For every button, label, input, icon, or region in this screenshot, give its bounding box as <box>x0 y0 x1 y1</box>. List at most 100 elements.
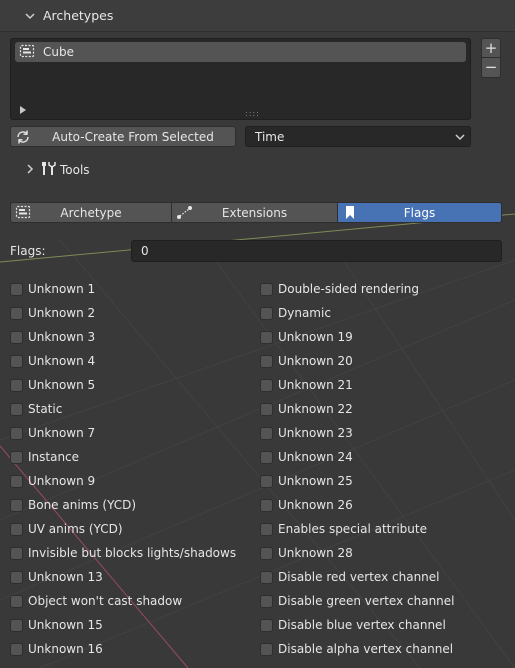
flag-checkbox-label: Static <box>28 402 63 416</box>
flag-checkbox[interactable] <box>260 618 273 632</box>
flag-checkbox[interactable] <box>260 330 273 344</box>
flag-checkbox-row[interactable]: Instance <box>10 449 79 465</box>
tools-icon <box>39 160 57 181</box>
flag-checkbox[interactable] <box>10 522 23 536</box>
flag-checkbox-row[interactable]: Unknown 20 <box>260 353 353 369</box>
bookmark-icon <box>342 204 358 223</box>
flag-checkbox[interactable] <box>260 642 273 656</box>
flag-checkbox[interactable] <box>10 426 23 440</box>
flag-checkbox-row[interactable]: Unknown 5 <box>10 377 95 393</box>
flag-checkbox-row[interactable]: Unknown 13 <box>10 569 103 585</box>
flag-checkbox[interactable] <box>260 546 273 560</box>
flag-checkbox-label: Unknown 26 <box>278 498 353 512</box>
flag-checkbox[interactable] <box>260 450 273 464</box>
flag-checkbox-row[interactable]: Unknown 26 <box>260 497 353 513</box>
archetypes-panel-header[interactable]: Archetypes <box>0 0 515 32</box>
flag-checkbox-row[interactable]: Unknown 22 <box>260 401 353 417</box>
add-archetype-button[interactable]: + <box>481 38 501 58</box>
archetype-list[interactable]: Cube :::: <box>10 38 471 120</box>
flag-checkbox-row[interactable]: Unknown 24 <box>260 449 353 465</box>
flag-checkbox-row[interactable]: Unknown 16 <box>10 641 103 657</box>
tab-label: Extensions <box>221 205 288 220</box>
flag-checkbox-row[interactable]: Static <box>10 401 62 417</box>
flag-checkbox[interactable] <box>10 330 23 344</box>
flag-checkbox[interactable] <box>260 402 273 416</box>
flag-checkbox-row[interactable]: Unknown 4 <box>10 353 95 369</box>
flag-checkbox[interactable] <box>260 426 273 440</box>
time-select-value: Time <box>255 129 285 144</box>
time-select[interactable]: Time <box>245 126 471 147</box>
flag-checkbox-row[interactable]: Unknown 28 <box>260 545 353 561</box>
flag-checkbox[interactable] <box>260 522 273 536</box>
flag-checkbox[interactable] <box>260 594 273 608</box>
flag-checkbox[interactable] <box>260 498 273 512</box>
flag-checkbox[interactable] <box>10 618 23 632</box>
flag-checkbox[interactable] <box>10 402 23 416</box>
flag-checkbox-row[interactable]: Bone anims (YCD) <box>10 497 136 513</box>
flag-checkbox-label: Unknown 3 <box>28 330 96 344</box>
flag-checkbox[interactable] <box>10 474 23 488</box>
flag-checkbox-label: Enables special attribute <box>278 522 427 536</box>
flag-checkbox-row[interactable]: Dynamic <box>260 305 331 321</box>
tab-extensions[interactable]: Extensions <box>172 202 338 223</box>
list-resize-grip[interactable]: :::: <box>245 109 260 118</box>
flag-checkbox-row[interactable]: Unknown 3 <box>10 329 95 345</box>
flag-checkbox-row[interactable]: Unknown 7 <box>10 425 95 441</box>
flag-checkbox-row[interactable]: Unknown 9 <box>10 473 95 489</box>
flag-checkbox-label: Instance <box>28 450 80 464</box>
archetype-icon <box>19 44 35 61</box>
list-item[interactable]: Cube <box>15 42 466 62</box>
flag-checkbox-label: Unknown 1 <box>28 282 96 296</box>
flag-checkbox[interactable] <box>10 306 23 320</box>
flag-checkbox-row[interactable]: Unknown 1 <box>10 281 95 297</box>
flag-checkbox-row[interactable]: Enables special attribute <box>260 521 427 537</box>
flag-checkbox-row[interactable]: Unknown 25 <box>260 473 353 489</box>
tools-subpanel-header[interactable]: Tools <box>25 160 90 180</box>
flag-checkbox-row[interactable]: Unknown 2 <box>10 305 95 321</box>
flag-checkbox-row[interactable]: Object won't cast shadow <box>10 593 182 609</box>
flag-checkbox[interactable] <box>10 354 23 368</box>
flag-checkbox[interactable] <box>10 594 23 608</box>
remove-archetype-button[interactable]: − <box>481 58 501 78</box>
flag-checkbox-row[interactable]: UV anims (YCD) <box>10 521 123 537</box>
tab-flags[interactable]: Flags <box>338 202 502 223</box>
flag-checkbox[interactable] <box>10 282 23 296</box>
auto-create-label: Auto-Create From Selected <box>52 129 214 144</box>
flag-checkbox[interactable] <box>260 378 273 392</box>
flag-checkbox-label: Disable green vertex channel <box>278 594 455 608</box>
flag-checkbox[interactable] <box>10 498 23 512</box>
flag-checkbox[interactable] <box>260 474 273 488</box>
flag-checkbox-row[interactable]: Unknown 21 <box>260 377 353 393</box>
flag-checkbox-row[interactable]: Unknown 19 <box>260 329 353 345</box>
flag-checkbox-row[interactable]: Disable red vertex channel <box>260 569 440 585</box>
flag-checkbox[interactable] <box>260 354 273 368</box>
flag-checkbox-label: Unknown 5 <box>28 378 96 392</box>
flag-checkbox-row[interactable]: Invisible but blocks lights/shadows <box>10 545 236 561</box>
flag-checkbox-row[interactable]: Double-sided rendering <box>260 281 419 297</box>
flag-checkbox[interactable] <box>260 570 273 584</box>
flags-value-field[interactable]: 0 <box>131 240 502 262</box>
flag-checkbox[interactable] <box>260 282 273 296</box>
flag-checkbox[interactable] <box>10 642 23 656</box>
flag-checkbox[interactable] <box>10 546 23 560</box>
flag-checkbox[interactable] <box>10 570 23 584</box>
flag-checkbox-label: Unknown 22 <box>278 402 353 416</box>
flag-checkbox-row[interactable]: Disable alpha vertex channel <box>260 641 453 657</box>
flag-checkbox-row[interactable]: Unknown 15 <box>10 617 103 633</box>
flag-checkbox-label: Unknown 24 <box>278 450 353 464</box>
flag-checkbox-label: Unknown 4 <box>28 354 96 368</box>
flag-checkbox-label: Unknown 16 <box>28 642 103 656</box>
flag-checkbox-row[interactable]: Disable blue vertex channel <box>260 617 446 633</box>
list-expand-icon[interactable] <box>20 106 26 114</box>
list-item-label: Cube <box>43 45 74 59</box>
flag-checkbox[interactable] <box>260 306 273 320</box>
auto-create-button[interactable]: Auto-Create From Selected <box>10 126 236 147</box>
flags-value: 0 <box>141 244 149 258</box>
tab-archetype[interactable]: Archetype <box>10 202 172 223</box>
flag-checkbox[interactable] <box>10 450 23 464</box>
tools-label: Tools <box>60 163 90 177</box>
flag-checkbox-row[interactable]: Disable green vertex channel <box>260 593 455 609</box>
flag-checkbox-row[interactable]: Unknown 23 <box>260 425 353 441</box>
archetype-tabs: Archetype Extensions Flags <box>10 202 502 223</box>
flag-checkbox[interactable] <box>10 378 23 392</box>
